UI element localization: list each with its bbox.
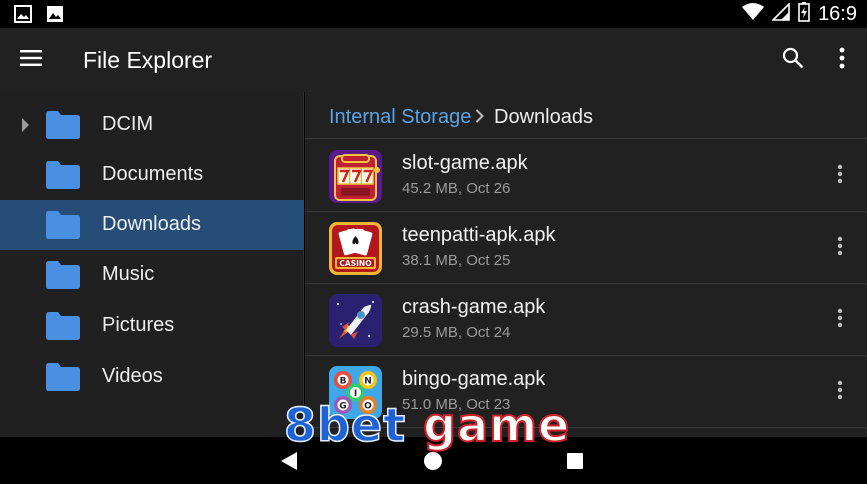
status-time: 16:9 — [818, 2, 857, 25]
more-vert-icon — [837, 380, 843, 405]
file-more-button[interactable] — [825, 374, 855, 410]
overflow-menu-button[interactable] — [822, 40, 862, 80]
sidebar-item-label: Downloads — [102, 213, 201, 235]
sidebar-item-label: Music — [102, 263, 155, 285]
menu-button[interactable] — [10, 40, 52, 80]
watermark-logo: 8bet game — [283, 397, 571, 453]
recents-icon[interactable] — [566, 452, 584, 475]
file-more-button[interactable] — [825, 302, 855, 338]
sidebar-item-label: Pictures — [102, 314, 175, 336]
more-vert-icon — [837, 308, 843, 333]
watermark-part1: 8bet — [283, 397, 407, 453]
watermark-part2: game — [422, 397, 571, 453]
file-more-button[interactable] — [825, 158, 855, 194]
battery-icon — [798, 1, 810, 27]
folder-icon — [46, 261, 80, 294]
sidebar-item-label: Videos — [102, 365, 163, 387]
more-vert-icon — [837, 236, 843, 261]
file-meta: 38.1 MB, Oct 25 — [402, 252, 511, 269]
folder-icon — [46, 161, 80, 194]
sidebar-item-documents[interactable]: Documents — [0, 150, 304, 200]
sidebar-item-dcim[interactable]: DCIM — [0, 100, 304, 150]
folder-icon — [46, 211, 80, 244]
sidebar-item-label: DCIM — [102, 113, 154, 135]
file-row-teenpatti[interactable]: CASINO teenpatti-apk.apk 38.1 MB, Oct 25 — [305, 212, 867, 284]
signal-icon — [771, 1, 790, 26]
sidebar-item-videos[interactable]: Videos — [0, 352, 304, 402]
file-meta: 29.5 MB, Oct 24 — [402, 324, 511, 341]
sidebar-item-label: Documents — [102, 163, 204, 185]
file-name: slot-game.apk — [402, 152, 528, 174]
file-name: crash-game.apk — [402, 296, 546, 318]
app-bar: File Explorer — [0, 28, 867, 92]
wifi-icon — [742, 2, 765, 26]
breadcrumb-current: Downloads — [494, 106, 593, 128]
chevron-right-icon — [475, 109, 484, 128]
file-name: bingo-game.apk — [402, 368, 546, 390]
menu-icon — [19, 49, 43, 72]
breadcrumb: Internal Storage Downloads — [305, 92, 867, 139]
file-row-crash-game[interactable]: crash-game.apk 29.5 MB, Oct 24 — [305, 284, 867, 356]
photo-icon — [46, 5, 64, 28]
folder-icon — [46, 363, 80, 396]
svg-text:B: B — [340, 377, 347, 387]
svg-text:N: N — [364, 377, 372, 387]
file-list-pane: Internal Storage Downloads slot-game.apk… — [305, 92, 867, 437]
sidebar-item-downloads[interactable]: Downloads — [0, 200, 304, 250]
casino-cards-icon: CASINO — [329, 222, 382, 275]
folder-sidebar: DCIM Documents Downloads Music Pictures … — [0, 92, 304, 437]
back-icon[interactable] — [280, 451, 298, 476]
file-row-slot-game[interactable]: slot-game.apk 45.2 MB, Oct 26 — [305, 140, 867, 212]
image-icon — [14, 5, 32, 28]
sidebar-item-music[interactable]: Music — [0, 250, 304, 300]
file-meta: 45.2 MB, Oct 26 — [402, 180, 511, 197]
sidebar-item-pictures[interactable]: Pictures — [0, 301, 304, 351]
slot-machine-icon — [329, 150, 382, 203]
expand-caret-icon[interactable] — [20, 117, 30, 138]
app-title: File Explorer — [83, 47, 213, 73]
search-button[interactable] — [772, 40, 814, 80]
folder-icon — [46, 312, 80, 345]
rocket-icon — [329, 294, 382, 347]
svg-text:CASINO: CASINO — [339, 259, 371, 268]
more-vert-icon — [837, 164, 843, 189]
file-name: teenpatti-apk.apk — [402, 224, 556, 246]
search-icon — [782, 47, 804, 74]
folder-icon — [46, 111, 80, 144]
breadcrumb-root-link[interactable]: Internal Storage — [329, 106, 471, 129]
home-icon[interactable] — [423, 451, 443, 476]
more-vert-icon — [839, 47, 845, 74]
file-more-button[interactable] — [825, 230, 855, 266]
status-bar: 16:9 — [0, 0, 867, 28]
